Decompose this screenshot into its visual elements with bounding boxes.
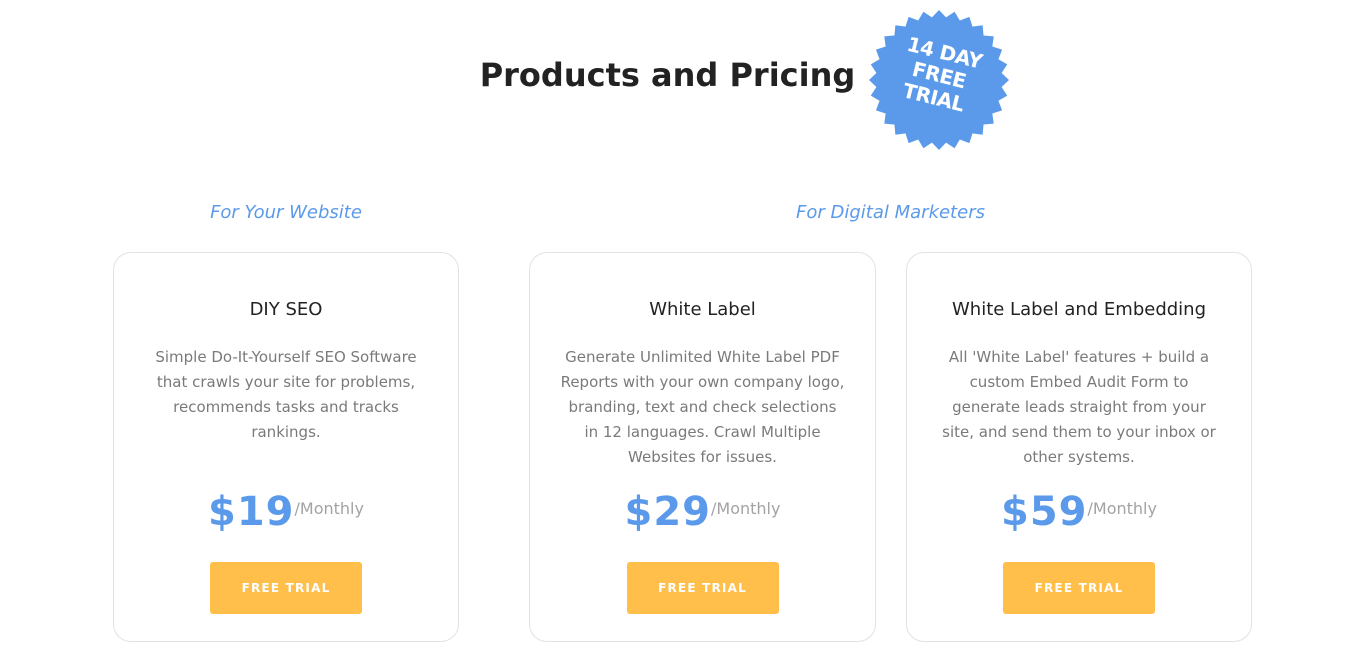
price-period: /Monthly <box>711 498 781 518</box>
plan-card-white-label: White Label Generate Unlimited White Lab… <box>529 252 876 642</box>
price-amount: $59 <box>1001 489 1088 535</box>
price-period: /Monthly <box>294 498 364 518</box>
price-amount: $29 <box>624 489 712 535</box>
plan-name: White Label <box>649 299 756 320</box>
price-period: /Monthly <box>1087 498 1157 518</box>
free-trial-badge: 14 DAY FREE TRIAL <box>868 9 1010 151</box>
plan-card-white-label-embedding: White Label and Embedding All 'White Lab… <box>906 252 1252 642</box>
pricing-page: Products and Pricing 14 DAY FREE TRIAL F… <box>0 0 1361 658</box>
plan-description: All 'White Label' features + build a cus… <box>942 348 1216 466</box>
plan-card-diy-seo: DIY SEO Simple Do-It-Yourself SEO Softwa… <box>113 252 459 642</box>
plan-price: $19/Monthly <box>114 489 458 535</box>
free-trial-button[interactable]: FREE TRIAL <box>626 562 779 614</box>
page-title: Products and Pricing <box>479 56 856 94</box>
free-trial-button[interactable]: FREE TRIAL <box>1003 562 1155 614</box>
plan-description: Simple Do-It-Yourself SEO Software that … <box>155 348 417 441</box>
plan-price: $29/Monthly <box>530 489 875 535</box>
plan-name: DIY SEO <box>249 299 323 320</box>
plan-name: White Label and Embedding <box>951 299 1207 320</box>
price-amount: $19 <box>208 489 295 535</box>
plan-description: Generate Unlimited White Label PDF Repor… <box>560 348 845 466</box>
section-heading-marketers: For Digital Marketers <box>796 202 985 223</box>
plan-price: $59/Monthly <box>907 489 1251 535</box>
free-trial-button[interactable]: FREE TRIAL <box>210 562 362 614</box>
section-heading-website: For Your Website <box>210 202 362 223</box>
